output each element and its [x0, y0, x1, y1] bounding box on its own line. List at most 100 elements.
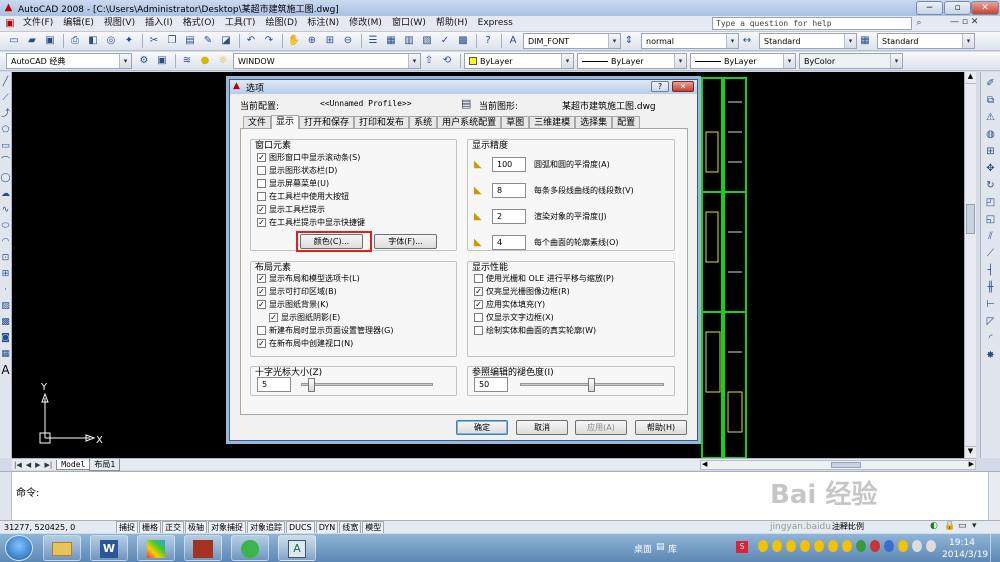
erase-icon[interactable]: ✐ [986, 78, 994, 90]
tray-icon[interactable] [856, 540, 866, 552]
hatch-icon[interactable]: ▨ [1, 300, 10, 312]
point-icon[interactable]: · [4, 284, 7, 296]
line-icon[interactable]: ╱ [3, 76, 8, 88]
paste-icon[interactable]: ▤ [182, 33, 198, 49]
make-current-layer-icon[interactable]: ⇧ [421, 53, 437, 69]
help-search-input[interactable]: Type a question for help [712, 17, 912, 30]
block-editor-icon[interactable]: ◪ [218, 33, 234, 49]
command-scrollbar[interactable] [988, 472, 1000, 520]
rectangle-icon[interactable]: ▭ [1, 140, 10, 152]
tray-icon[interactable] [884, 540, 894, 552]
text-height-icon[interactable]: ⇕ [621, 33, 637, 49]
resolution-input[interactable]: 100 [492, 156, 526, 172]
minimize-button[interactable]: − [916, 1, 943, 15]
checkbox-checked-icon[interactable]: ✓ [257, 205, 266, 214]
lineweight-select[interactable]: ByLayer ▾ [690, 53, 796, 69]
taskbar-desktop-label[interactable]: 桌面 [634, 542, 652, 555]
checkbox-option[interactable]: 显示屏幕菜单(U) [257, 177, 365, 190]
tray-settings-icon[interactable]: ◐ [930, 521, 938, 531]
resolution-input[interactable]: 8 [492, 182, 526, 198]
publish-icon[interactable]: ◎ [103, 33, 119, 49]
help-search-icon[interactable]: ⌕ [912, 16, 926, 30]
join-icon[interactable]: ⊢ [986, 299, 995, 311]
dialog-tab[interactable]: 选择集 [575, 115, 613, 129]
checkbox-option[interactable]: 绘制实体和曲面的真实轮廓(W) [474, 324, 614, 337]
zoom-previous-icon[interactable]: ⊖ [340, 33, 356, 49]
insert-block-icon[interactable]: ⊡ [2, 252, 10, 264]
show-desktop-button[interactable] [990, 534, 1000, 562]
markup-icon[interactable]: ✓ [437, 33, 453, 49]
workspace-save-icon[interactable]: ▣ [154, 53, 170, 69]
dim-style-icon[interactable]: ↔ [739, 33, 755, 49]
dialog-help-icon[interactable]: ? [651, 81, 669, 92]
copy-object-icon[interactable]: ⧉ [987, 95, 994, 107]
3d-dwf-icon[interactable]: ✦ [121, 33, 137, 49]
status-toggle[interactable]: DUCS [286, 520, 315, 534]
tab-model[interactable]: Model [56, 459, 91, 470]
dim-style-select[interactable]: Standard ▾ [759, 33, 857, 49]
menu-item[interactable]: 视图(V) [99, 16, 140, 31]
new-icon[interactable]: ▭ [6, 33, 22, 49]
checkbox-option[interactable]: ✓ 在新布局中创建视口(N) [257, 337, 393, 350]
break-icon[interactable]: ╫ [987, 282, 993, 294]
spline-icon[interactable]: ∿ [2, 204, 10, 216]
menu-item[interactable]: 编辑(E) [58, 16, 99, 31]
vertical-scrollbar[interactable]: ▲ ▼ [964, 72, 976, 458]
apply-button[interactable]: 应用(A) [575, 420, 627, 435]
tray-icon[interactable] [898, 540, 908, 552]
fade-control-input[interactable]: 50 [474, 377, 508, 392]
taskbar-paint[interactable] [137, 535, 175, 561]
status-toggle[interactable]: 捕捉 [116, 520, 138, 534]
menu-item[interactable]: Express [473, 16, 518, 31]
text-style-icon[interactable]: A [505, 33, 521, 49]
menu-item[interactable]: 帮助(H) [431, 16, 473, 31]
close-button[interactable]: ✕ [971, 1, 999, 15]
chamfer-icon[interactable]: ◸ [987, 316, 995, 328]
command-prompt[interactable]: 命令: [16, 484, 39, 499]
resolution-input[interactable]: 4 [492, 234, 526, 250]
fade-slider-thumb[interactable] [588, 378, 595, 392]
crosshair-size-slider-thumb[interactable] [307, 378, 315, 392]
status-toggle[interactable]: 模型 [362, 520, 385, 534]
properties-icon[interactable]: ☰ [365, 33, 381, 49]
tab-nav-next-icon[interactable]: ▶ [35, 461, 40, 469]
design-center-icon[interactable]: ▦ [383, 33, 399, 49]
break-at-point-icon[interactable]: ┤ [987, 265, 993, 277]
gradient-icon[interactable]: ▩ [1, 316, 10, 328]
menu-item[interactable]: 工具(T) [220, 16, 261, 31]
status-toggle[interactable]: 极轴 [185, 520, 207, 534]
checkbox-option[interactable]: 仅显示文字边框(X) [474, 311, 614, 324]
tray-icon[interactable] [926, 540, 936, 552]
dialog-tab[interactable]: 配置 [612, 115, 641, 129]
rotate-icon[interactable]: ↻ [986, 180, 994, 192]
checkbox-option[interactable]: ✓ 仅亮显光栅图像边框(R) [474, 285, 614, 298]
checkbox-option[interactable]: ✓ 显示工具栏提示 [257, 203, 365, 216]
checkbox-checked-icon[interactable]: ✓ [257, 300, 266, 309]
dialog-tab[interactable]: 草图 [501, 115, 530, 129]
annotation-scale-label[interactable]: 注释比例 [832, 521, 864, 532]
undo-icon[interactable]: ↶ [243, 33, 259, 49]
fonts-button[interactable]: 字体(F)... [374, 234, 437, 249]
scroll-thumb[interactable] [966, 204, 975, 234]
circle-icon[interactable]: ◯ [0, 172, 10, 184]
checkbox-unchecked-icon[interactable] [257, 166, 266, 175]
open-icon[interactable]: ▰ [24, 33, 40, 49]
input-method-icon[interactable]: S [736, 541, 748, 553]
status-toggle[interactable]: 栅格 [139, 520, 161, 534]
help-button[interactable]: 帮助(H) [635, 420, 687, 435]
match-properties-icon[interactable]: ✎ [200, 33, 216, 49]
statusbar-menu-icon[interactable]: ▾ [972, 521, 977, 531]
command-window-grip[interactable] [0, 472, 12, 520]
cut-icon[interactable]: ✂ [146, 33, 162, 49]
checkbox-unchecked-icon[interactable] [257, 192, 266, 201]
status-toggle[interactable]: 线宽 [339, 520, 362, 534]
arc-icon[interactable]: ⌒ [1, 156, 10, 168]
checkbox-option[interactable]: ✓ 显示可打印区域(B) [257, 285, 393, 298]
linetype-select[interactable]: ByLayer ▾ [577, 53, 687, 69]
checkbox-option[interactable]: ✓ 显示图纸背景(K) [257, 298, 393, 311]
help-icon[interactable]: ? [480, 33, 496, 49]
plot-icon[interactable]: ⎙ [67, 33, 83, 49]
checkbox-unchecked-icon[interactable] [474, 274, 483, 283]
checkbox-unchecked-icon[interactable] [474, 313, 483, 322]
tray-icon[interactable] [772, 540, 782, 552]
